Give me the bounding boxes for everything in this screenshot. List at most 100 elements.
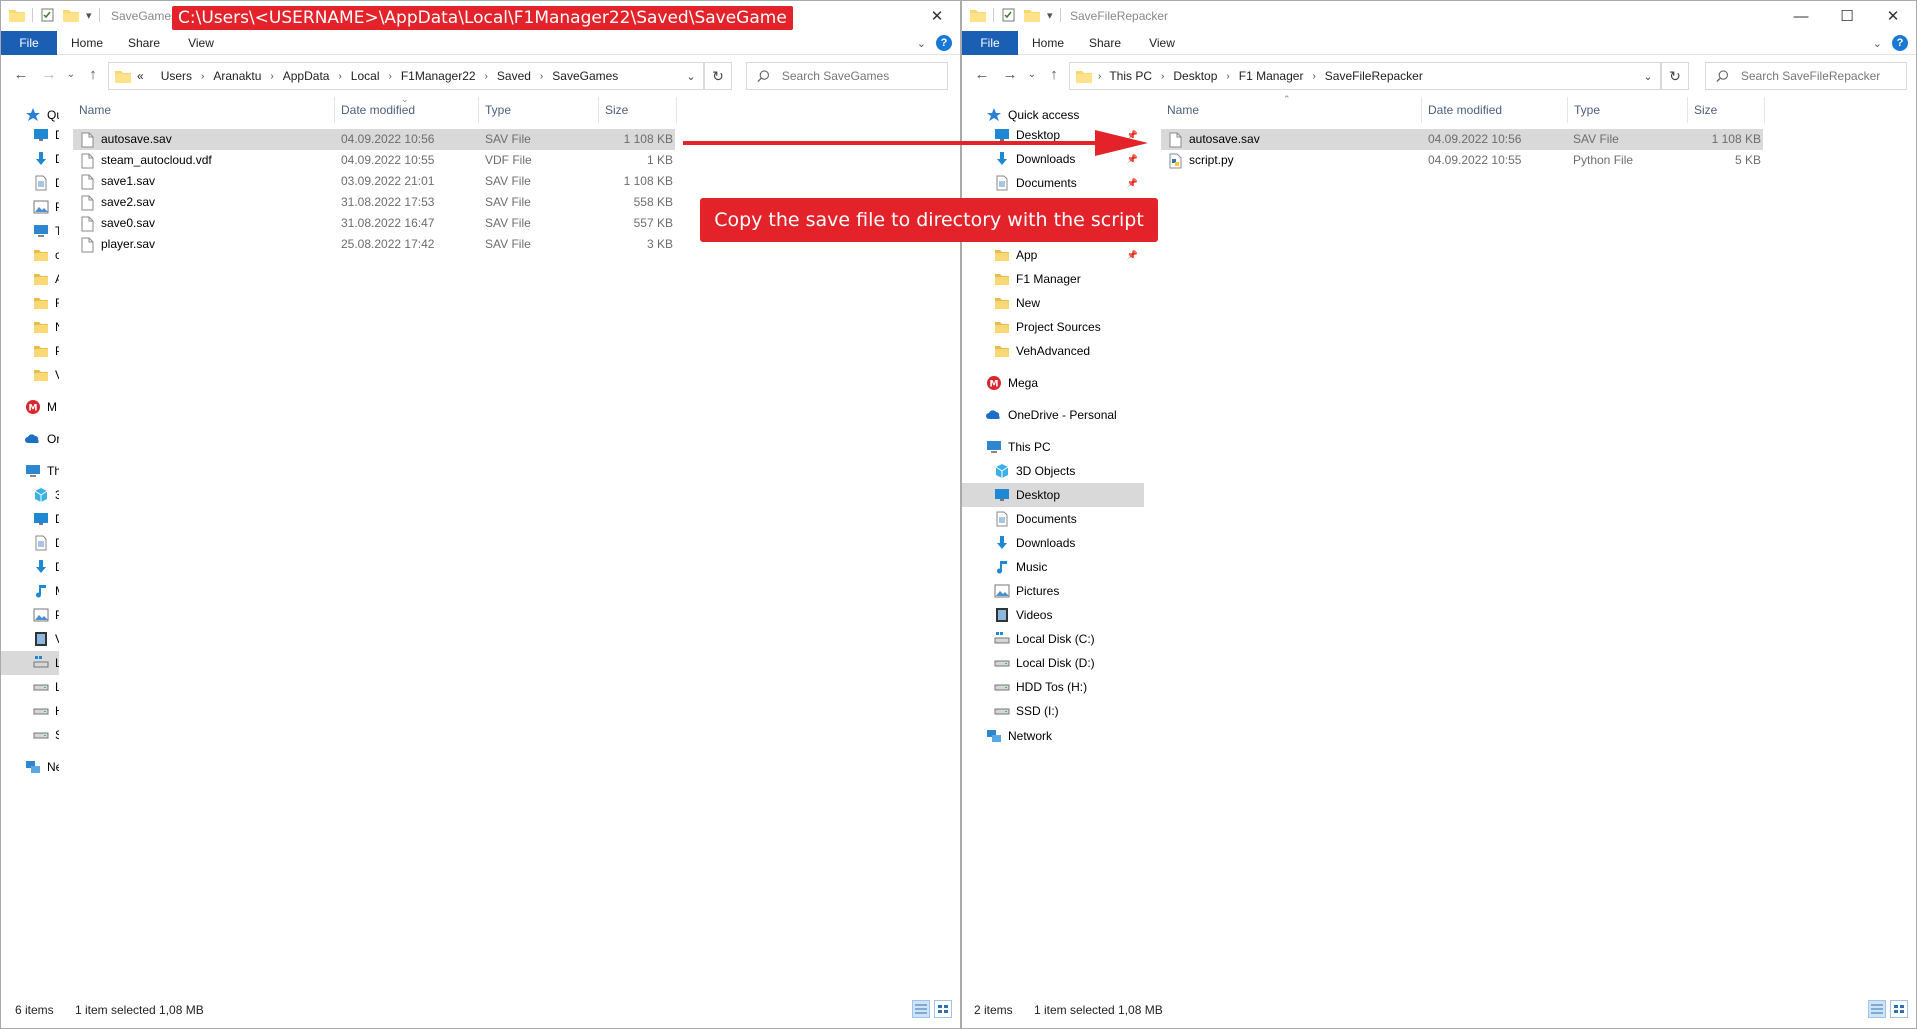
nav-quick-app[interactable]: App 📌	[962, 243, 1144, 267]
nav-item-clipped[interactable]: D	[1, 555, 59, 579]
nav-item-clipped[interactable]: MM	[1, 395, 59, 419]
nav-pc-item[interactable]: Desktop	[962, 483, 1144, 507]
nav-item-clipped[interactable]: S	[1, 723, 59, 747]
tab-file[interactable]: File	[962, 31, 1018, 55]
nav-quick-new[interactable]: New	[962, 291, 1144, 315]
file-row[interactable]: player.sav 25.08.2022 17:42 SAV File 3 KB	[73, 234, 675, 255]
column-header-size[interactable]: Size	[599, 97, 677, 123]
nav-pc-item[interactable]: SSD (I:)	[962, 699, 1144, 723]
chevron-right-icon[interactable]: ›	[1312, 71, 1315, 82]
help-icon[interactable]: ?	[1892, 35, 1908, 51]
close-icon[interactable]: ✕	[1870, 1, 1916, 31]
nav-item-clipped[interactable]: P	[1, 339, 59, 363]
file-row[interactable]: save0.sav 31.08.2022 16:47 SAV File 557 KB	[73, 213, 675, 234]
nav-item-clipped[interactable]: D	[1, 507, 59, 531]
tab-share[interactable]: Share	[121, 31, 167, 55]
nav-item-clipped[interactable]: D	[1, 123, 59, 147]
nav-quick-project-sources[interactable]: Project Sources	[962, 315, 1144, 339]
nav-pc-item[interactable]: Music	[962, 555, 1144, 579]
nav-item-clipped[interactable]: N	[1, 315, 59, 339]
customize-toolbar-dropdown[interactable]: ▾	[1047, 9, 1053, 22]
nav-item-clipped[interactable]: L	[1, 651, 59, 675]
nav-item-clipped[interactable]: c	[1, 243, 59, 267]
nav-item-clipped[interactable]: L	[1, 675, 59, 699]
nav-item-clipped[interactable]: D	[1, 147, 59, 171]
nav-pc-item[interactable]: Downloads	[962, 531, 1144, 555]
nav-item-clipped[interactable]: P	[1, 195, 59, 219]
address-bar[interactable]: › This PC › Desktop › F1 Manager › SaveF…	[1069, 62, 1661, 90]
chevron-right-icon[interactable]: ›	[270, 71, 273, 82]
nav-quick-documents[interactable]: Documents 📌	[962, 171, 1144, 195]
forward-arrow-icon[interactable]: →	[1002, 66, 1018, 83]
expand-ribbon-icon[interactable]: ⌄	[1873, 37, 1882, 50]
breadcrumb-local[interactable]: Local	[351, 69, 380, 83]
nav-pc-item[interactable]: 3D Objects	[962, 459, 1144, 483]
up-arrow-icon[interactable]: ↑	[1046, 66, 1062, 83]
nav-quick-vehadvanced[interactable]: VehAdvanced	[962, 339, 1144, 363]
nav-this-pc[interactable]: This PC	[962, 435, 1144, 459]
recent-locations-icon[interactable]: ⌄	[63, 66, 79, 82]
tab-view[interactable]: View	[1140, 31, 1184, 55]
column-header-type[interactable]: Type	[1568, 97, 1688, 123]
search-input[interactable]	[1740, 69, 1906, 83]
nav-item-clipped[interactable]: Th	[1, 459, 59, 483]
maximize-icon[interactable]	[868, 1, 914, 31]
breadcrumb-savegames[interactable]: SaveGames	[552, 69, 618, 83]
nav-pc-item[interactable]: Local Disk (D:)	[962, 651, 1144, 675]
chevron-right-icon[interactable]: ›	[485, 71, 488, 82]
properties-icon[interactable]	[40, 8, 56, 22]
details-view-icon[interactable]	[1868, 1000, 1886, 1018]
new-folder-icon[interactable]	[1024, 8, 1040, 22]
breadcrumb-f1manager22[interactable]: F1Manager22	[401, 69, 476, 83]
nav-network[interactable]: Network	[962, 724, 1144, 748]
chevron-right-icon[interactable]: ›	[1098, 71, 1101, 82]
file-row[interactable]: script.py 04.09.2022 10:55 Python File 5 KB	[1161, 150, 1763, 171]
nav-item-clipped[interactable]: T	[1, 219, 59, 243]
chevron-right-icon[interactable]: ›	[1226, 71, 1229, 82]
nav-item-clipped[interactable]: 3	[1, 483, 59, 507]
file-row[interactable]: save1.sav 03.09.2022 21:01 SAV File 1 108 K…	[73, 171, 675, 192]
chevron-right-icon[interactable]: ›	[338, 71, 341, 82]
breadcrumb-this-pc[interactable]: This PC	[1109, 69, 1152, 83]
customize-toolbar-dropdown[interactable]: ▾	[86, 9, 92, 22]
file-row[interactable]: autosave.sav 04.09.2022 10:56 SAV File 1 10…	[73, 129, 675, 150]
nav-item-clipped[interactable]: D	[1, 171, 59, 195]
breadcrumb-desktop[interactable]: Desktop	[1173, 69, 1217, 83]
expand-ribbon-icon[interactable]: ⌄	[917, 37, 926, 50]
refresh-icon[interactable]: ↻	[704, 62, 732, 90]
refresh-icon[interactable]: ↻	[1661, 62, 1689, 90]
breadcrumb-appdata[interactable]: AppData	[283, 69, 330, 83]
nav-quick-f1-manager[interactable]: F1 Manager	[962, 267, 1144, 291]
up-arrow-icon[interactable]: ↑	[85, 66, 101, 83]
back-arrow-icon[interactable]: ←	[974, 66, 990, 83]
nav-item-clipped[interactable]: M	[1, 579, 59, 603]
new-folder-icon[interactable]	[63, 8, 79, 22]
chevron-right-icon[interactable]: ›	[201, 71, 204, 82]
details-view-icon[interactable]	[912, 1000, 930, 1018]
file-row[interactable]: steam_autocloud.vdf 04.09.2022 10:55 VDF F…	[73, 150, 675, 171]
column-header-type[interactable]: Type	[479, 97, 599, 123]
large-icons-view-icon[interactable]	[1890, 1000, 1908, 1018]
nav-item-clipped[interactable]: Ne	[1, 755, 59, 779]
nav-pc-item[interactable]: Documents	[962, 507, 1144, 531]
address-history-dropdown[interactable]: ⌄	[679, 63, 703, 89]
column-header-name[interactable]: Name	[1161, 97, 1422, 123]
nav-item-clipped[interactable]: Or	[1, 427, 59, 451]
tab-share[interactable]: Share	[1082, 31, 1128, 55]
nav-pc-item[interactable]: Local Disk (C:)	[962, 627, 1144, 651]
chevron-right-icon[interactable]: ›	[1161, 71, 1164, 82]
breadcrumb-savefilerepacker[interactable]: SaveFileRepacker	[1325, 69, 1423, 83]
tab-home[interactable]: Home	[1026, 31, 1070, 55]
nav-pc-item[interactable]: Videos	[962, 603, 1144, 627]
breadcrumb-f1-manager[interactable]: F1 Manager	[1239, 69, 1304, 83]
breadcrumb-saved[interactable]: Saved	[497, 69, 531, 83]
breadcrumb-users[interactable]: Users	[161, 69, 192, 83]
chevron-right-icon[interactable]: ›	[388, 71, 391, 82]
tab-view[interactable]: View	[179, 31, 223, 55]
search-box[interactable]	[1705, 62, 1907, 90]
nav-item-clipped[interactable]: F	[1, 291, 59, 315]
file-row[interactable]: autosave.sav 04.09.2022 10:56 SAV File 1 10…	[1161, 129, 1763, 150]
address-bar[interactable]: « Users › Aranaktu › AppData › Local › F…	[108, 62, 704, 90]
nav-item-clipped[interactable]: P	[1, 603, 59, 627]
tab-file[interactable]: File	[1, 31, 57, 55]
